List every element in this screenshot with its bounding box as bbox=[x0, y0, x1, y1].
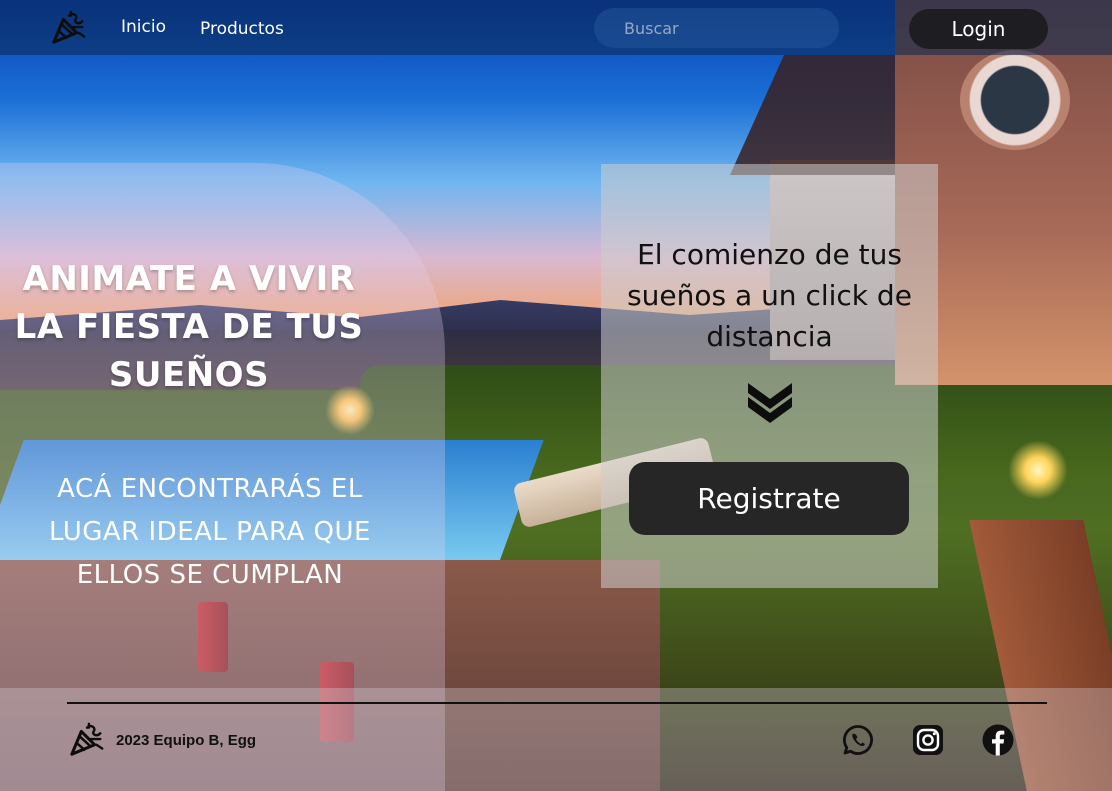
garden-lamp bbox=[1008, 440, 1068, 500]
cta-text-line: sueños a un click de bbox=[627, 279, 912, 312]
hero-subtitle-line: ELLOS SE CUMPLAN bbox=[76, 560, 344, 590]
round-window bbox=[960, 50, 1070, 150]
login-button[interactable]: Login bbox=[909, 9, 1048, 49]
cta-text-line: El comienzo de tus bbox=[637, 238, 902, 271]
instagram-icon[interactable] bbox=[912, 724, 944, 756]
double-chevron-down-icon bbox=[748, 383, 792, 423]
hero-subtitle: ACÁ ENCONTRARÁS EL LUGAR IDEAL PARA QUE … bbox=[15, 468, 405, 597]
nav-link-inicio[interactable]: Inicio bbox=[121, 16, 166, 38]
top-navbar: Inicio Productos Login bbox=[0, 0, 1112, 55]
signup-card: El comienzo de tus sueños a un click de … bbox=[601, 164, 938, 588]
hero-title-line: SUEÑOS bbox=[108, 355, 270, 395]
facebook-icon[interactable] bbox=[982, 724, 1014, 756]
copyright-text: 2023 Equipo B, Egg bbox=[116, 732, 257, 749]
whatsapp-icon[interactable] bbox=[842, 724, 874, 756]
hero-subtitle-line: ACÁ ENCONTRARÁS EL bbox=[57, 474, 363, 504]
hero-title-line: LA FIESTA DE TUS bbox=[14, 307, 364, 347]
register-button[interactable]: Registrate bbox=[629, 462, 909, 535]
cta-text: El comienzo de tus sueños a un click de … bbox=[611, 234, 928, 357]
footer: 2023 Equipo B, Egg bbox=[0, 688, 1112, 791]
nav-link-productos[interactable]: Productos bbox=[200, 18, 284, 40]
hero-title-line: ANIMATE A VIVIR bbox=[22, 259, 356, 299]
hero-title: ANIMATE A VIVIR LA FIESTA DE TUS SUEÑOS bbox=[0, 255, 378, 399]
footer-divider bbox=[67, 702, 1047, 704]
hero-subtitle-line: LUGAR IDEAL PARA QUE bbox=[49, 517, 371, 547]
cta-text-line: distancia bbox=[706, 320, 833, 353]
search-input[interactable] bbox=[594, 8, 839, 48]
party-popper-logo-icon[interactable] bbox=[50, 10, 88, 46]
party-popper-logo-icon[interactable] bbox=[68, 722, 106, 758]
